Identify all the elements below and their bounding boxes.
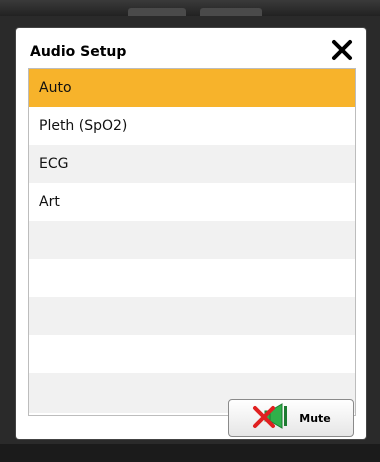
list-item-label: Auto (39, 80, 72, 96)
list-item-auto[interactable]: Auto (29, 69, 355, 107)
list-item-empty (29, 221, 355, 259)
mute-button[interactable]: Mute (228, 399, 354, 437)
list-item-empty (29, 259, 355, 297)
speaker-muted-icon (251, 402, 293, 434)
list-item-empty (29, 297, 355, 335)
background-header (0, 0, 380, 16)
background-tab (128, 8, 186, 16)
list-item-art[interactable]: Art (29, 183, 355, 221)
list-item-label: Art (39, 194, 60, 210)
list-item-pleth[interactable]: Pleth (SpO2) (29, 107, 355, 145)
close-icon[interactable] (328, 36, 356, 64)
dialog-title: Audio Setup (30, 44, 127, 60)
list-item-ecg[interactable]: ECG (29, 145, 355, 183)
list-item-label: ECG (39, 156, 69, 172)
background-footer (0, 444, 380, 462)
audio-source-list: Auto Pleth (SpO2) ECG Art (28, 68, 356, 416)
audio-setup-dialog: Audio Setup Auto Pleth (SpO2) ECG Art Mu… (16, 28, 366, 439)
list-item-label: Pleth (SpO2) (39, 118, 128, 134)
list-item-empty (29, 335, 355, 373)
mute-button-label: Mute (299, 411, 331, 425)
background-tab (200, 8, 262, 16)
